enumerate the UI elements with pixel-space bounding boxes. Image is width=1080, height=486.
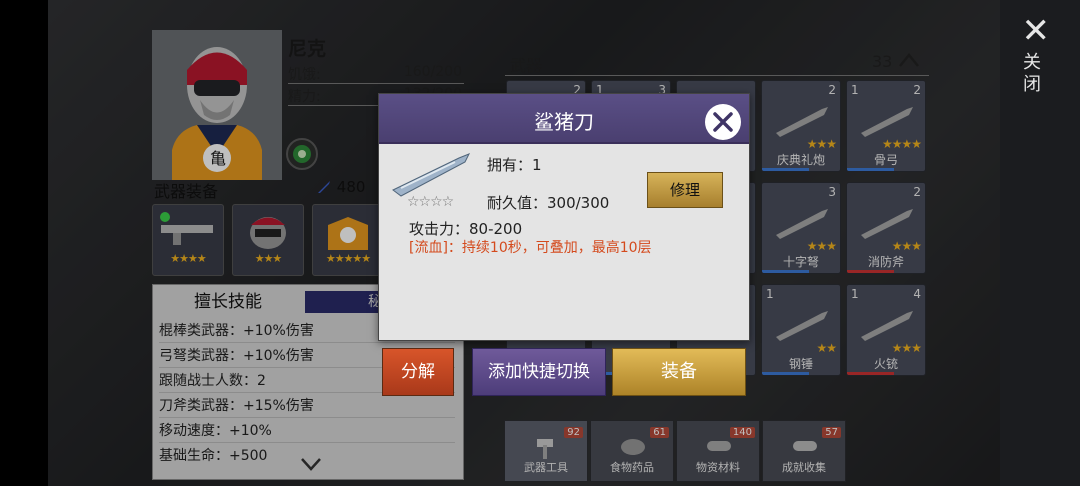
modal-title: 鲨猪刀	[534, 110, 594, 134]
item-attack: 攻击力：80-200	[409, 220, 523, 238]
item-durability: 耐久值：300/300	[487, 194, 610, 212]
item-owned: 拥有：1	[487, 156, 542, 174]
item-stars: ☆☆☆☆	[407, 194, 454, 210]
equip-button[interactable]: 装备	[612, 348, 746, 396]
left-letterbox	[0, 0, 48, 486]
shark-knife-image	[392, 153, 471, 197]
decompose-button[interactable]: 分解	[382, 348, 454, 396]
close-label[interactable]: 关闭	[1022, 52, 1042, 96]
close-icon[interactable]: ✕	[1022, 14, 1051, 48]
item-bleed-effect: [流血]：持续10秒，可叠加，最高10层	[409, 240, 652, 256]
repair-button[interactable]: 修理	[647, 172, 723, 208]
add-quick-switch-button[interactable]: 添加快捷切换	[472, 348, 606, 396]
right-sidebar: ✕ 关闭	[1000, 0, 1080, 486]
modal-header: 鲨猪刀	[379, 94, 749, 144]
close-icon	[713, 112, 733, 132]
modal-close-button[interactable]	[705, 104, 741, 140]
item-detail-modal: 鲨猪刀 ☆☆☆☆ 拥有：1 耐久值：300/300 修理 攻击力：80-200 …	[378, 93, 750, 341]
